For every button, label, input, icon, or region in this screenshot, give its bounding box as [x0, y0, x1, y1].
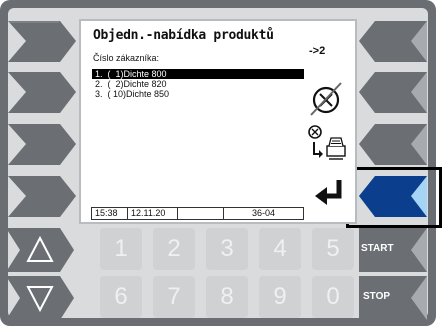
print-cancel-icon: [308, 125, 346, 160]
left-softkey-3[interactable]: [8, 124, 76, 165]
list-item[interactable]: 3. ( 10)Dichte 850: [92, 89, 304, 99]
enter-arrow-icon: [315, 180, 342, 205]
stop-label: STOP: [363, 291, 391, 302]
list-item[interactable]: 1. ( 1)Dichte 800: [92, 69, 304, 79]
start-label: START: [361, 243, 394, 254]
key-1[interactable]: 1: [100, 228, 142, 270]
key-8[interactable]: 8: [206, 276, 248, 318]
status-empty: [178, 208, 224, 219]
key-2[interactable]: 2: [153, 228, 195, 270]
down-button[interactable]: [6, 276, 74, 320]
right-softkey-1[interactable]: [359, 21, 427, 62]
key-4[interactable]: 4: [259, 228, 301, 270]
status-bar: 15:38 12.11.20 36-04: [91, 207, 304, 220]
key-6[interactable]: 6: [100, 276, 142, 318]
active-key-highlight: [346, 167, 442, 228]
status-code: 36-04: [251, 208, 276, 218]
key-9[interactable]: 9: [259, 276, 301, 318]
left-softkey-1[interactable]: [8, 21, 76, 62]
circle-cross-icon: [310, 82, 342, 116]
key-5[interactable]: 5: [312, 228, 354, 270]
key-0[interactable]: 0: [312, 276, 354, 318]
keypad-row-1: 1 2 3 4 5: [100, 228, 354, 272]
up-button[interactable]: [6, 228, 74, 272]
right-softkey-3[interactable]: [359, 124, 427, 165]
key-7[interactable]: 7: [153, 276, 195, 318]
list-item[interactable]: 2. ( 2)Dichte 820: [92, 79, 304, 89]
screen-title: Objedn.-nabídka produktů: [93, 28, 274, 43]
customer-number-label: Číslo zákazníka:: [93, 53, 160, 63]
stop-button[interactable]: STOP: [359, 276, 427, 320]
status-time: 15:38: [92, 208, 128, 219]
display-screen: Objedn.-nabídka produktů ->2 Číslo zákaz…: [79, 19, 357, 224]
left-softkey-2[interactable]: [8, 72, 76, 113]
start-button[interactable]: START: [359, 228, 427, 272]
right-softkey-2[interactable]: [359, 72, 427, 113]
keypad-row-2: 6 7 8 9 0: [100, 276, 354, 320]
step-indicator: ->2: [309, 45, 326, 57]
product-list: 1. ( 1)Dichte 800 2. ( 2)Dichte 820 3. (…: [92, 69, 304, 99]
left-softkey-4[interactable]: [8, 176, 76, 217]
key-3[interactable]: 3: [206, 228, 248, 270]
status-date: 12.11.20: [128, 208, 178, 219]
